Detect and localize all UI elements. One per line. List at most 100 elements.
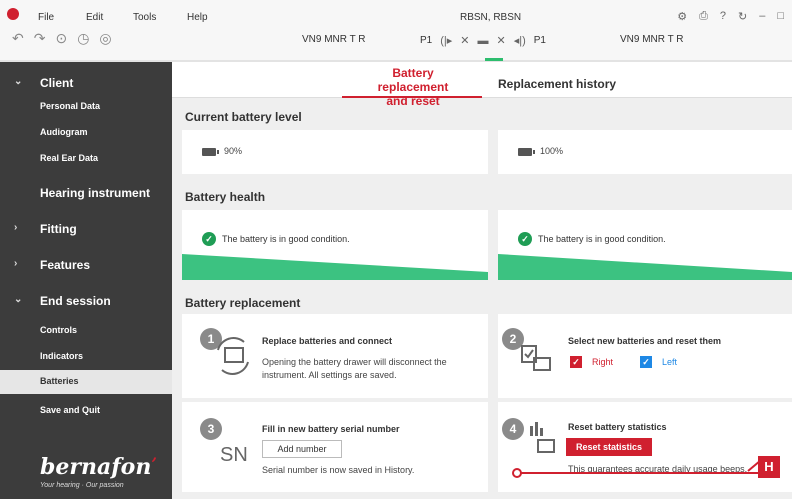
gear-icon[interactable]: ⚙ <box>677 10 687 23</box>
step-1-card: 1 Replace batteries and connect Opening … <box>182 314 488 398</box>
active-tab-indicator <box>342 96 482 98</box>
device-left[interactable]: VN9 MNR T R <box>302 34 366 45</box>
help-icon[interactable]: ? <box>720 10 726 23</box>
device-right[interactable]: VN9 MNR T R <box>620 34 684 45</box>
sidebar-item-label: Client <box>40 76 74 90</box>
tab-battery-replacement[interactable]: Battery replacement and reset <box>358 66 468 108</box>
toolbar: ↶ ↷ ⊙ ◷ ◎ <box>12 30 112 47</box>
sidebar-item-end-session[interactable]: ⌄ End session <box>0 286 172 314</box>
sidebar-item-personal-data[interactable]: Personal Data <box>0 98 172 116</box>
chevron-down-icon: ⌄ <box>14 76 23 87</box>
sidebar-item-audiogram[interactable]: Audiogram <box>0 124 172 142</box>
battery-icon <box>518 148 535 156</box>
window-title: RBSN, RBSN <box>460 12 522 23</box>
battery-level-right: 100% <box>540 146 564 156</box>
chevron-down-icon: ⌄ <box>14 294 23 305</box>
maximize-icon[interactable]: □ <box>777 10 784 23</box>
annotation-line <box>520 472 758 474</box>
step-3-title: Fill in new battery serial number <box>262 424 400 434</box>
battery-level-card-left: 90% <box>182 130 488 174</box>
sidebar-item-label: Controls <box>40 325 77 335</box>
tab-replacement-history[interactable]: Replacement history <box>498 77 616 91</box>
check-circle-icon: ✓ <box>202 232 216 246</box>
window-controls: ⚙ ⎙ ? ↻ – □ <box>677 10 784 23</box>
sidebar: ⌄ Client Personal Data Audiogram Real Ea… <box>0 62 172 499</box>
print-icon[interactable]: ⎙ <box>699 10 708 23</box>
redo-icon[interactable]: ↷ <box>34 30 46 47</box>
program-controls: P1 (|▸ ✕ ▬ ✕ ◂|) P1 <box>420 34 546 48</box>
mute-icon[interactable]: ✕ <box>460 34 469 47</box>
battery-health-title: Battery health <box>185 190 266 204</box>
brand-tagline: Your hearing · Our passion <box>40 482 124 489</box>
current-battery-title: Current battery level <box>185 110 302 124</box>
step-2-title: Select new batteries and reset them <box>568 336 722 346</box>
program-right[interactable]: P1 <box>534 35 546 46</box>
target-icon[interactable]: ⊙ <box>55 30 67 47</box>
sidebar-item-features[interactable]: › Features <box>0 250 172 278</box>
app-logo-icon <box>7 8 19 20</box>
health-graph-left <box>182 254 488 280</box>
sidebar-item-label: Fitting <box>40 222 77 236</box>
reconnect-icon <box>217 337 249 375</box>
title-bar: File Edit Tools Help RBSN, RBSN ⚙ ⎙ ? ↻ … <box>0 0 792 62</box>
battery-level-left: 90% <box>224 146 243 156</box>
menu-edit[interactable]: Edit <box>86 12 103 23</box>
check-circle-icon: ✓ <box>518 232 532 246</box>
health-status-right: The battery is in good condition. <box>538 234 666 244</box>
sidebar-item-client[interactable]: ⌄ Client <box>0 68 172 96</box>
sidebar-item-save-and-quit[interactable]: Save and Quit <box>0 402 172 420</box>
sidebar-item-label: Real Ear Data <box>40 153 99 163</box>
mute-icon-right[interactable]: ✕ <box>497 34 506 47</box>
battery-icon[interactable]: ▬ <box>478 35 489 47</box>
step-4-title: Reset battery statistics <box>568 422 667 432</box>
select-battery-icon <box>521 345 551 371</box>
brand-mark-icon: ’ <box>151 454 157 473</box>
sidebar-item-real-ear-data[interactable]: Real Ear Data <box>0 150 172 168</box>
sidebar-item-indicators[interactable]: Indicators <box>0 348 172 366</box>
right-checkbox-label: Right <box>592 357 614 367</box>
annotation-dot <box>512 468 522 478</box>
step-1-title: Replace batteries and connect <box>262 336 393 346</box>
step-4-card: 4 Reset battery statistics Reset statist… <box>498 402 792 492</box>
step-1-desc-line1: Opening the battery drawer will disconne… <box>262 357 447 367</box>
left-checkbox[interactable]: ✓ <box>640 356 652 368</box>
sound-icon[interactable]: ◎ <box>99 30 111 47</box>
sidebar-item-hearing-instrument[interactable]: Hearing instrument <box>0 178 172 206</box>
sidebar-item-controls[interactable]: Controls <box>0 322 172 340</box>
sidebar-item-batteries[interactable]: Batteries <box>0 370 172 394</box>
step-3-desc: Serial number is now saved in History. <box>262 465 415 475</box>
left-ear-icon[interactable]: (|▸ <box>440 34 452 47</box>
statistics-icon <box>530 422 555 453</box>
tab-bar: Battery replacement and reset Replacemen… <box>172 62 792 108</box>
menu-file[interactable]: File <box>38 12 54 23</box>
menu-help[interactable]: Help <box>187 12 208 23</box>
right-checkbox[interactable]: ✓ <box>570 356 582 368</box>
step-3-card: 3 SN Fill in new battery serial number A… <box>182 402 488 492</box>
reset-statistics-button[interactable]: Reset statistics <box>566 438 652 456</box>
menu-tools[interactable]: Tools <box>133 12 156 23</box>
sidebar-item-fitting[interactable]: › Fitting <box>0 214 172 242</box>
sidebar-item-label: Indicators <box>40 351 84 361</box>
minimize-icon[interactable]: – <box>759 10 765 23</box>
undo-icon[interactable]: ↶ <box>12 30 24 47</box>
chevron-right-icon: › <box>14 222 18 233</box>
step-1-desc-line2: instrument. All settings are saved. <box>262 370 397 380</box>
sidebar-item-label: Save and Quit <box>40 405 101 415</box>
right-ear-icon[interactable]: ◂|) <box>514 34 526 47</box>
step-3-number: 3 <box>200 418 222 440</box>
battery-health-card-left: ✓ The battery is in good condition. <box>182 210 488 280</box>
main-content: Battery replacement and reset Replacemen… <box>172 62 792 499</box>
brand-name: bernafon <box>40 454 152 480</box>
program-left[interactable]: P1 <box>420 35 432 46</box>
chevron-right-icon: › <box>14 258 18 269</box>
brand-logo: bernafon’ <box>40 454 157 480</box>
refresh-icon[interactable]: ↻ <box>738 10 747 23</box>
add-number-button[interactable]: Add number <box>262 440 342 458</box>
gauge-icon[interactable]: ◷ <box>77 30 89 47</box>
annotation-label-h: H <box>758 456 780 478</box>
sidebar-item-label: End session <box>40 294 111 308</box>
battery-icon <box>202 148 219 156</box>
battery-level-card-right: 100% <box>498 130 792 174</box>
health-status-left: The battery is in good condition. <box>222 234 350 244</box>
sidebar-item-label: Hearing instrument <box>40 186 151 200</box>
